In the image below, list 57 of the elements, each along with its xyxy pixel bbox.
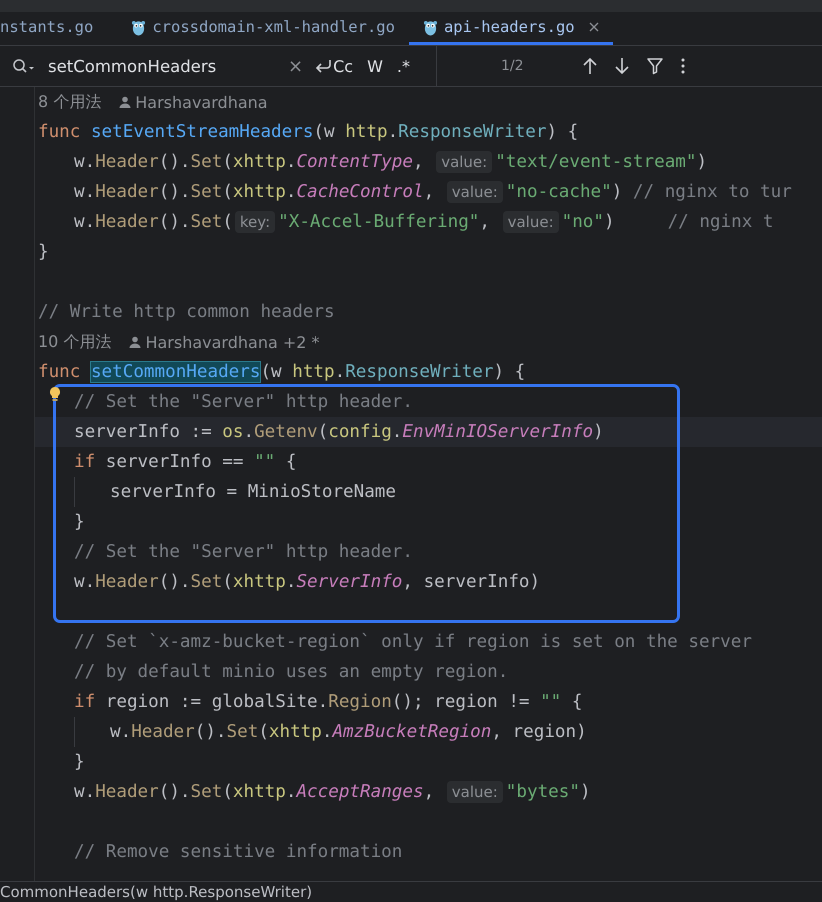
code-text: w.Header().Set(xhttp.AmzBucketRegion, region) [110,722,587,742]
lightbulb-icon[interactable] [49,386,61,402]
whole-word-toggle[interactable]: W [367,56,383,76]
code-text: // Set `x-amz-bucket-region` only if region is set on the server [74,632,752,652]
file-tab[interactable]: nstants.go [0,12,118,45]
match-case-toggle[interactable]: Cc [333,56,354,76]
previous-arrow-icon[interactable] [582,57,598,75]
more-icon[interactable] [680,57,686,75]
code-text: "text/event-stream") [495,152,708,172]
code-text: w.Header().Set(xhttp.AcceptRanges, [74,782,436,802]
code-text: } [38,242,49,262]
parameter-hint: value: [446,181,503,203]
code-text: serverInfo := os.Getenv(config.EnvMinIOServerInfo) [74,422,604,442]
close-icon[interactable] [588,22,599,32]
code-text: "bytes") [506,782,591,802]
file-tab[interactable]: crossdomain-xml-handler.go [117,12,409,45]
code-text: if serverInfo == "" { [74,452,296,472]
person-icon [119,96,132,108]
parameter-hint: key: [234,211,276,233]
regex-toggle[interactable]: .* [396,56,410,76]
code-text: func setCommonHeaders(w http.ResponseWriter) { [38,362,526,382]
gopher-icon [422,18,438,36]
code-text: // Write http common headers [38,302,335,322]
match-count: 1/2 [500,58,524,74]
breadcrumb[interactable]: CommonHeaders(w http.ResponseWriter) [0,883,312,901]
code-text: if region := globalSite.Region(); region != "" { [74,692,582,712]
code-text: // by default minio uses an empty region. [74,662,508,682]
gopher-icon [131,18,146,36]
usages-link[interactable]: 10 个用法 [38,332,112,352]
code-text: "no-cache") // nginx to tur [506,182,792,202]
code-text: w.Header().Set(xhttp.ServerInfo, serverInfo) [74,572,540,592]
search-field[interactable]: setCommonHeaders [48,56,288,76]
usages-link[interactable]: 8 个用法 [38,92,102,112]
code-text: } [74,752,85,772]
code-text: // Remove sensitive information [74,842,402,862]
code-text: w.Header().Set(xhttp.CacheControl, [74,182,436,202]
author-name: Harshavardhana [135,92,268,112]
parameter-hint: value: [436,151,492,173]
next-arrow-icon[interactable] [614,57,630,75]
code-text: // Set the "Server" http header. [74,392,413,412]
code-text: func setEventStreamHeaders(w http.ResponseWriter) { [38,122,578,142]
parameter-hint: value: [502,211,559,233]
person-icon [129,336,142,348]
code-text: "no") // nginx t [562,212,774,232]
file-tab[interactable]: api-headers.go [408,12,613,45]
code-text: } [74,512,85,532]
author-name: Harshavardhana +2 * [145,332,320,352]
clear-button[interactable]: × [288,56,304,76]
filter-icon[interactable] [646,57,664,75]
code-text: w.Header().Set(xhttp.ContentType, [74,152,425,172]
code-text: serverInfo = MinioStoreName [110,482,396,502]
code-text: "X-Accel-Buffering", [278,212,491,232]
code-text: // Set the "Server" http header. [74,542,413,562]
parameter-hint: value: [446,781,503,803]
search-icon[interactable] [12,58,36,74]
code-text: w.Header().Set( [74,212,233,232]
newline-icon[interactable] [313,57,334,75]
